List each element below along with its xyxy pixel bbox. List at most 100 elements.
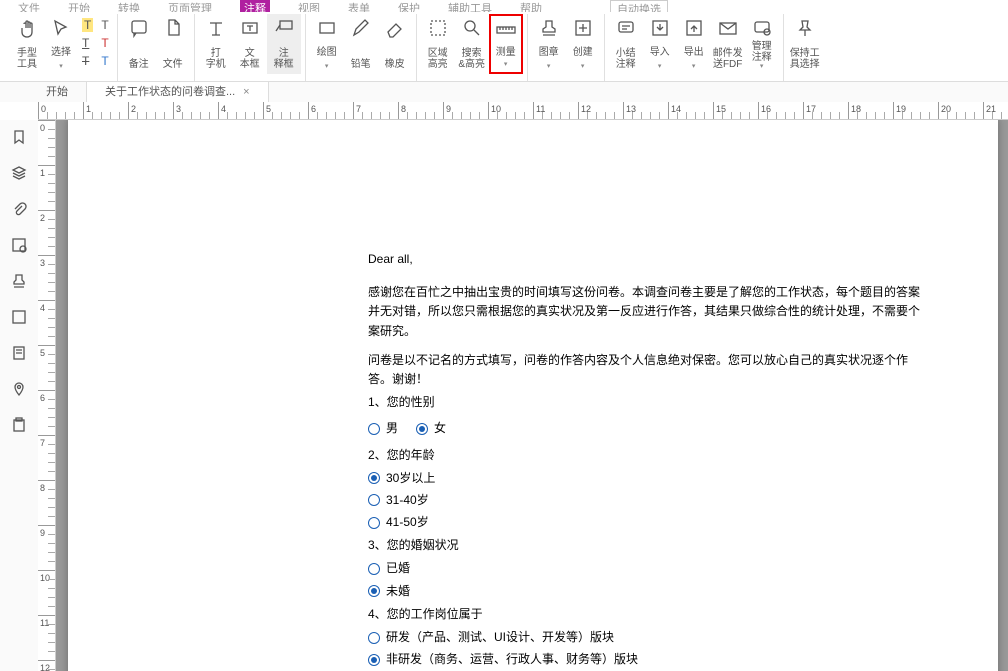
manage-comments-button[interactable]: 管理注释▾ (745, 14, 779, 74)
q3-option-1[interactable]: 已婚 (368, 559, 928, 578)
cursor-icon (49, 16, 73, 40)
workspace: Dear all, 感谢您在百忙之中抽出宝贵的时间填写这份问卷。本调查问卷主要是… (56, 120, 1008, 671)
menu-item[interactable]: 注释 (240, 0, 270, 12)
radio-icon (416, 423, 428, 435)
menu-item[interactable]: 页面管理 (168, 0, 212, 12)
hand-icon (15, 16, 39, 40)
keep-selection-button[interactable]: 保持工具选择 (788, 14, 822, 74)
hand-tool-button[interactable]: 手型工具 (10, 14, 44, 74)
menu-item[interactable]: 开始 (68, 0, 90, 12)
search-icon (460, 16, 484, 40)
intro-paragraph-2: 问卷是以不记名的方式填写，问卷的作答内容及个人信息绝对保密。您可以放心自己的真实… (368, 351, 928, 389)
side-nav (0, 120, 38, 671)
manage-icon (750, 16, 774, 40)
question-4: 4、您的工作岗位属于 (368, 605, 928, 624)
menu-item[interactable]: 文件 (18, 0, 40, 12)
highlight-text-button[interactable]: T (82, 18, 93, 32)
question-3: 3、您的婚姻状况 (368, 536, 928, 555)
question-1: 1、您的性别 (368, 393, 928, 412)
strike-text-button[interactable]: T (82, 54, 93, 68)
page-side-icon[interactable] (10, 344, 28, 362)
ruler-icon (494, 18, 518, 42)
radio-icon (368, 563, 380, 575)
menu-item[interactable]: 帮助 (520, 0, 542, 12)
vertical-ruler: 012345678910111213 (38, 120, 56, 671)
radio-icon (368, 494, 380, 506)
insert-text-button[interactable]: T (101, 54, 108, 68)
location-icon[interactable] (10, 380, 28, 398)
pin-icon (793, 16, 817, 40)
note-icon (127, 16, 151, 40)
draw-button[interactable]: 绘图▾ (310, 14, 344, 74)
q2-option-3[interactable]: 41-50岁 (368, 513, 928, 532)
menu-item[interactable]: 表单 (348, 0, 370, 12)
q4-option-1[interactable]: 研发（产品、测试、UI设计、开发等）版块 (368, 628, 928, 647)
q1-option-male[interactable]: 男 (368, 419, 398, 438)
clipboard-icon[interactable] (10, 416, 28, 434)
pencil-button[interactable]: 铅笔 (344, 14, 378, 74)
thumbnail-icon[interactable] (10, 236, 28, 254)
file-icon (161, 16, 185, 40)
comment-icon (614, 16, 638, 40)
signature-icon[interactable] (10, 308, 28, 326)
search-highlight-button[interactable]: 搜索&高亮 (455, 14, 489, 74)
measure-button[interactable]: 测量▾ (489, 14, 523, 74)
eraser-icon (383, 16, 407, 40)
pencil-icon (349, 16, 373, 40)
export-button[interactable]: 导出▾ (677, 14, 711, 74)
file-attach-button[interactable]: 文件 (156, 14, 190, 74)
mail-send-button[interactable]: 邮件发送FDF (711, 14, 745, 74)
layers-icon[interactable] (10, 164, 28, 182)
panel-dropdown[interactable]: 自动换选 (610, 0, 668, 12)
radio-icon (368, 423, 380, 435)
intro-paragraph-1: 感谢您在百忙之中抽出宝贵的时间填写这份问卷。本调查问卷主要是了解您的工作状态，每… (368, 283, 928, 341)
q2-option-1[interactable]: 30岁以上 (368, 469, 928, 488)
q3-option-2[interactable]: 未婚 (368, 582, 928, 601)
callout-icon (272, 16, 296, 40)
ribbon: 手型工具 选择▾ T T T T T T 备注 文件 打字机 文本框 注释框 绘… (0, 12, 1008, 82)
q1-option-female[interactable]: 女 (416, 419, 446, 438)
bookmark-icon[interactable] (10, 128, 28, 146)
radio-icon (368, 632, 380, 644)
pdf-page: Dear all, 感谢您在百忙之中抽出宝贵的时间填写这份问卷。本调查问卷主要是… (68, 120, 998, 671)
menu-item[interactable]: 视图 (298, 0, 320, 12)
document-tabs: 开始 关于工作状态的问卷调查...× (0, 82, 1008, 102)
underline-text-button[interactable]: T (82, 36, 93, 50)
area-highlight-button[interactable]: 区域高亮 (421, 14, 455, 74)
select-button[interactable]: 选择▾ (44, 14, 78, 74)
radio-icon (368, 472, 380, 484)
radio-icon (368, 517, 380, 529)
attachment-icon[interactable] (10, 200, 28, 218)
import-button[interactable]: 导入▾ (643, 14, 677, 74)
textbox-icon (238, 16, 262, 40)
menu-item[interactable]: 辅助工具 (448, 0, 492, 12)
q4-option-2[interactable]: 非研发（商务、运营、行政人事、财务等）版块 (368, 650, 928, 669)
note-button[interactable]: 备注 (122, 14, 156, 74)
menu-item[interactable]: 保护 (398, 0, 420, 12)
text-format-column-2: T T T (97, 14, 112, 81)
rectangle-icon (315, 16, 339, 40)
typewriter-icon (204, 16, 228, 40)
mini-comment-button[interactable]: 小结注释 (609, 14, 643, 74)
stamp-button[interactable]: 图章▾ (532, 14, 566, 74)
radio-icon (368, 654, 380, 666)
radio-icon (368, 585, 380, 597)
textbox-button[interactable]: 文本框 (233, 14, 267, 74)
create-stamp-button[interactable]: 创建▾ (566, 14, 600, 74)
greeting: Dear all, (368, 250, 928, 269)
wavy-text-button[interactable]: T (101, 18, 108, 32)
export-icon (682, 16, 706, 40)
typewriter-button[interactable]: 打字机 (199, 14, 233, 74)
q2-option-2[interactable]: 31-40岁 (368, 491, 928, 510)
menu-item[interactable]: 转换 (118, 0, 140, 12)
menubar: 文件 开始 转换 页面管理 注释 视图 表单 保护 辅助工具 帮助 自动换选 (0, 0, 1008, 12)
tab-document[interactable]: 关于工作状态的问卷调查...× (87, 82, 269, 102)
tab-start[interactable]: 开始 (28, 82, 87, 102)
eraser-button[interactable]: 橡皮 (378, 14, 412, 74)
stamp-side-icon[interactable] (10, 272, 28, 290)
question-2: 2、您的年龄 (368, 446, 928, 465)
mail-icon (716, 16, 740, 40)
close-tab-icon[interactable]: × (243, 86, 249, 98)
replace-text-button[interactable]: T (101, 36, 108, 50)
callout-button[interactable]: 注释框 (267, 14, 301, 74)
